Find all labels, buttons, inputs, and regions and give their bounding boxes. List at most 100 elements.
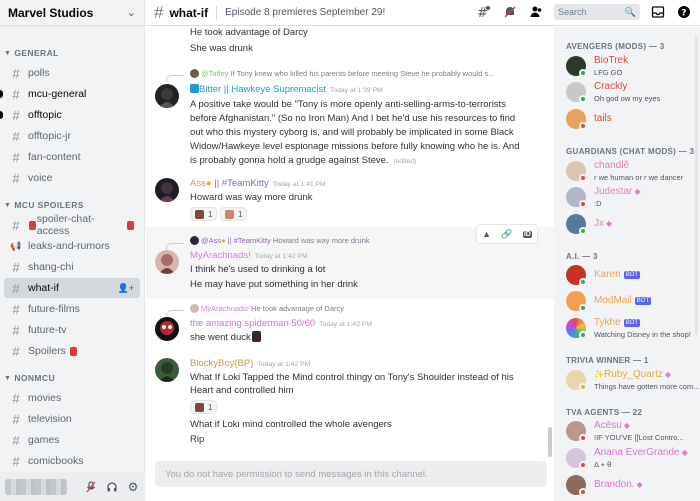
chat-scrollbar[interactable]: [548, 427, 552, 457]
channel-offtopic[interactable]: # offtopic: [0, 105, 140, 125]
status-dnd-icon: [579, 174, 587, 182]
member-name-row: ModMail BOT: [594, 295, 652, 306]
link-icon[interactable]: 🔗: [501, 229, 512, 240]
member-ruby-quartz[interactable]: ✨Ruby_Quartz ◆ Things have gotten more co…: [566, 368, 699, 392]
message-header: BlockyBoy{BP} Today at 1:42 PM: [190, 357, 310, 372]
member-name-row: Brandon. ◆: [594, 479, 643, 490]
message-author[interactable]: BlockyBoy{BP}: [190, 358, 253, 369]
message-text: He may have put something in her drink: [190, 279, 358, 290]
channel-future-films[interactable]: # future-films: [4, 299, 140, 319]
channel-television[interactable]: # television: [4, 409, 140, 429]
message-author[interactable]: Ass: [190, 178, 206, 189]
reply-spine: [166, 243, 184, 250]
channel-shang-chi[interactable]: # shang-chi: [4, 257, 140, 277]
notification-bell-muted-icon[interactable]: [502, 4, 518, 20]
member-name: BioTrek: [594, 55, 629, 66]
category-nonmcu[interactable]: ▼ NONMCU: [4, 370, 144, 386]
channel-what-if[interactable]: # what-if 👤+: [4, 278, 140, 298]
channel-fan-content[interactable]: # fan-content: [4, 147, 140, 167]
channel-polls[interactable]: # polls: [4, 63, 140, 83]
member-ariana[interactable]: Ariana EverGrande ◆ Δ + θ: [566, 446, 696, 470]
hash-icon: #: [12, 301, 20, 317]
avatar[interactable]: [155, 178, 179, 202]
category-general[interactable]: ▼ GENERAL: [4, 45, 144, 61]
booster-gem-icon: ◆: [623, 421, 630, 430]
category-label: GENERAL: [14, 48, 59, 58]
reaction-emoji-icon: [225, 209, 234, 219]
search-input[interactable]: Search 🔍: [554, 4, 640, 20]
headphones-icon[interactable]: [105, 480, 119, 494]
reaction-button[interactable]: 1: [190, 400, 218, 414]
user-avatar-blurred[interactable]: [5, 478, 67, 495]
member-jx[interactable]: Jx ◆: [566, 212, 696, 236]
input-placeholder: You do not have permission to send messa…: [165, 468, 428, 480]
add-member-icon[interactable]: 👤+: [118, 283, 134, 294]
channel-future-tv[interactable]: # future-tv: [4, 320, 140, 340]
mute-mic-icon[interactable]: [84, 480, 98, 494]
user-panel: ⚙: [0, 472, 145, 501]
reply-reference[interactable]: @Taffey If Tony knew who killed his pare…: [188, 69, 494, 78]
member-tails[interactable]: tails: [566, 107, 696, 131]
hash-icon: #: [12, 322, 20, 338]
message-text: What If Loki Tapped the Mind control thi…: [190, 372, 514, 383]
server-name: Marvel Studios: [8, 5, 94, 20]
hash-icon: #: [12, 453, 20, 469]
booster-gem-icon: ◆: [606, 219, 613, 228]
reaction-button[interactable]: 1: [220, 207, 248, 221]
avatar[interactable]: [155, 358, 179, 382]
role-header-tva: TVA AGENTS — 22: [566, 408, 643, 417]
lock-icon: [69, 346, 77, 356]
channel-leaks-and-rumors[interactable]: 📢 leaks-and-rumors: [4, 236, 140, 256]
message-author[interactable]: Bitter || Hawkeye Supremacist: [199, 84, 326, 95]
status-dnd-icon: [579, 461, 587, 469]
avatar[interactable]: [155, 84, 179, 108]
id-icon[interactable]: ID: [522, 230, 532, 238]
member-judestar[interactable]: Judestar ◆ :D: [566, 185, 696, 209]
message-header: the amazing spiderman 50/60 Today at 1:42…: [190, 317, 372, 332]
channel-movies[interactable]: # movies: [4, 388, 140, 408]
member-status-text: r we human or r we dancer: [594, 173, 684, 182]
hash-icon: #: [12, 170, 20, 186]
hash-icon: #: [12, 411, 20, 427]
channel-label: shang-chi: [28, 261, 74, 273]
member-biotrek[interactable]: BioTrek LFG GO: [566, 54, 696, 78]
channel-spoilers[interactable]: # Spoilers: [4, 341, 140, 361]
add-reaction-icon[interactable]: ▲: [482, 229, 491, 239]
member-list-icon[interactable]: [528, 4, 544, 20]
reply-reference[interactable]: MyArachnads! He took advantage of Darcy: [188, 304, 344, 313]
inbox-icon[interactable]: [650, 4, 666, 20]
member-brandon[interactable]: Brandon. ◆: [566, 473, 696, 497]
channel-games[interactable]: # games: [4, 430, 140, 450]
member-tykhe[interactable]: Tykhe BOT Watching Disney in the shop!: [566, 316, 696, 340]
channel-mcu-general[interactable]: # mcu-general: [0, 84, 140, 104]
member-karen[interactable]: Karen BOT: [566, 263, 696, 287]
message-text: She was drunk: [190, 43, 253, 54]
help-icon[interactable]: ?: [676, 4, 692, 20]
message-author[interactable]: the amazing spiderman 50/60: [190, 318, 315, 329]
member-chandle[interactable]: chandlĕ r we human or r we dancer: [566, 159, 696, 183]
hash-icon: #: [12, 280, 20, 296]
bot-tag: BOT: [623, 319, 641, 327]
hash-icon: #: [12, 217, 20, 233]
channel-offtopic-jr[interactable]: # offtopic-jr: [4, 126, 140, 146]
member-modmail[interactable]: ModMail BOT: [566, 289, 696, 313]
channel-spoiler-chat-access[interactable]: # spoiler-chat-access: [4, 213, 140, 237]
avatar[interactable]: [155, 317, 179, 341]
category-mcu-spoilers[interactable]: ▼ MCU SPOILERS: [4, 197, 144, 213]
channel-voice[interactable]: # voice: [4, 168, 140, 188]
reply-text: Howard was way more drunk: [272, 236, 370, 245]
threads-icon[interactable]: #: [476, 4, 492, 20]
reply-reference[interactable]: @Ass ● || #TeamKitty Howard was way more …: [188, 236, 370, 245]
avatar[interactable]: [155, 250, 179, 274]
member-acesu[interactable]: Acēsu ◆ !IF YOU'VE [[Lost Contro...: [566, 419, 696, 443]
channel-topic[interactable]: Episode 8 premieres September 29!: [225, 7, 385, 18]
chevron-down-icon[interactable]: ⌄: [127, 6, 136, 19]
gear-icon[interactable]: ⚙: [126, 480, 140, 494]
server-header[interactable]: Marvel Studios ⌄: [0, 0, 144, 26]
reaction-button[interactable]: 1: [190, 207, 218, 221]
member-status-text: Oh god ow my eyes: [594, 94, 661, 103]
member-crackly[interactable]: Crackly Oh god ow my eyes: [566, 80, 696, 104]
channel-comicbooks[interactable]: # comicbooks: [4, 451, 140, 471]
message-text: I think he's used to drinking a lot: [190, 264, 326, 275]
message-author[interactable]: MyArachnads!: [190, 250, 251, 261]
